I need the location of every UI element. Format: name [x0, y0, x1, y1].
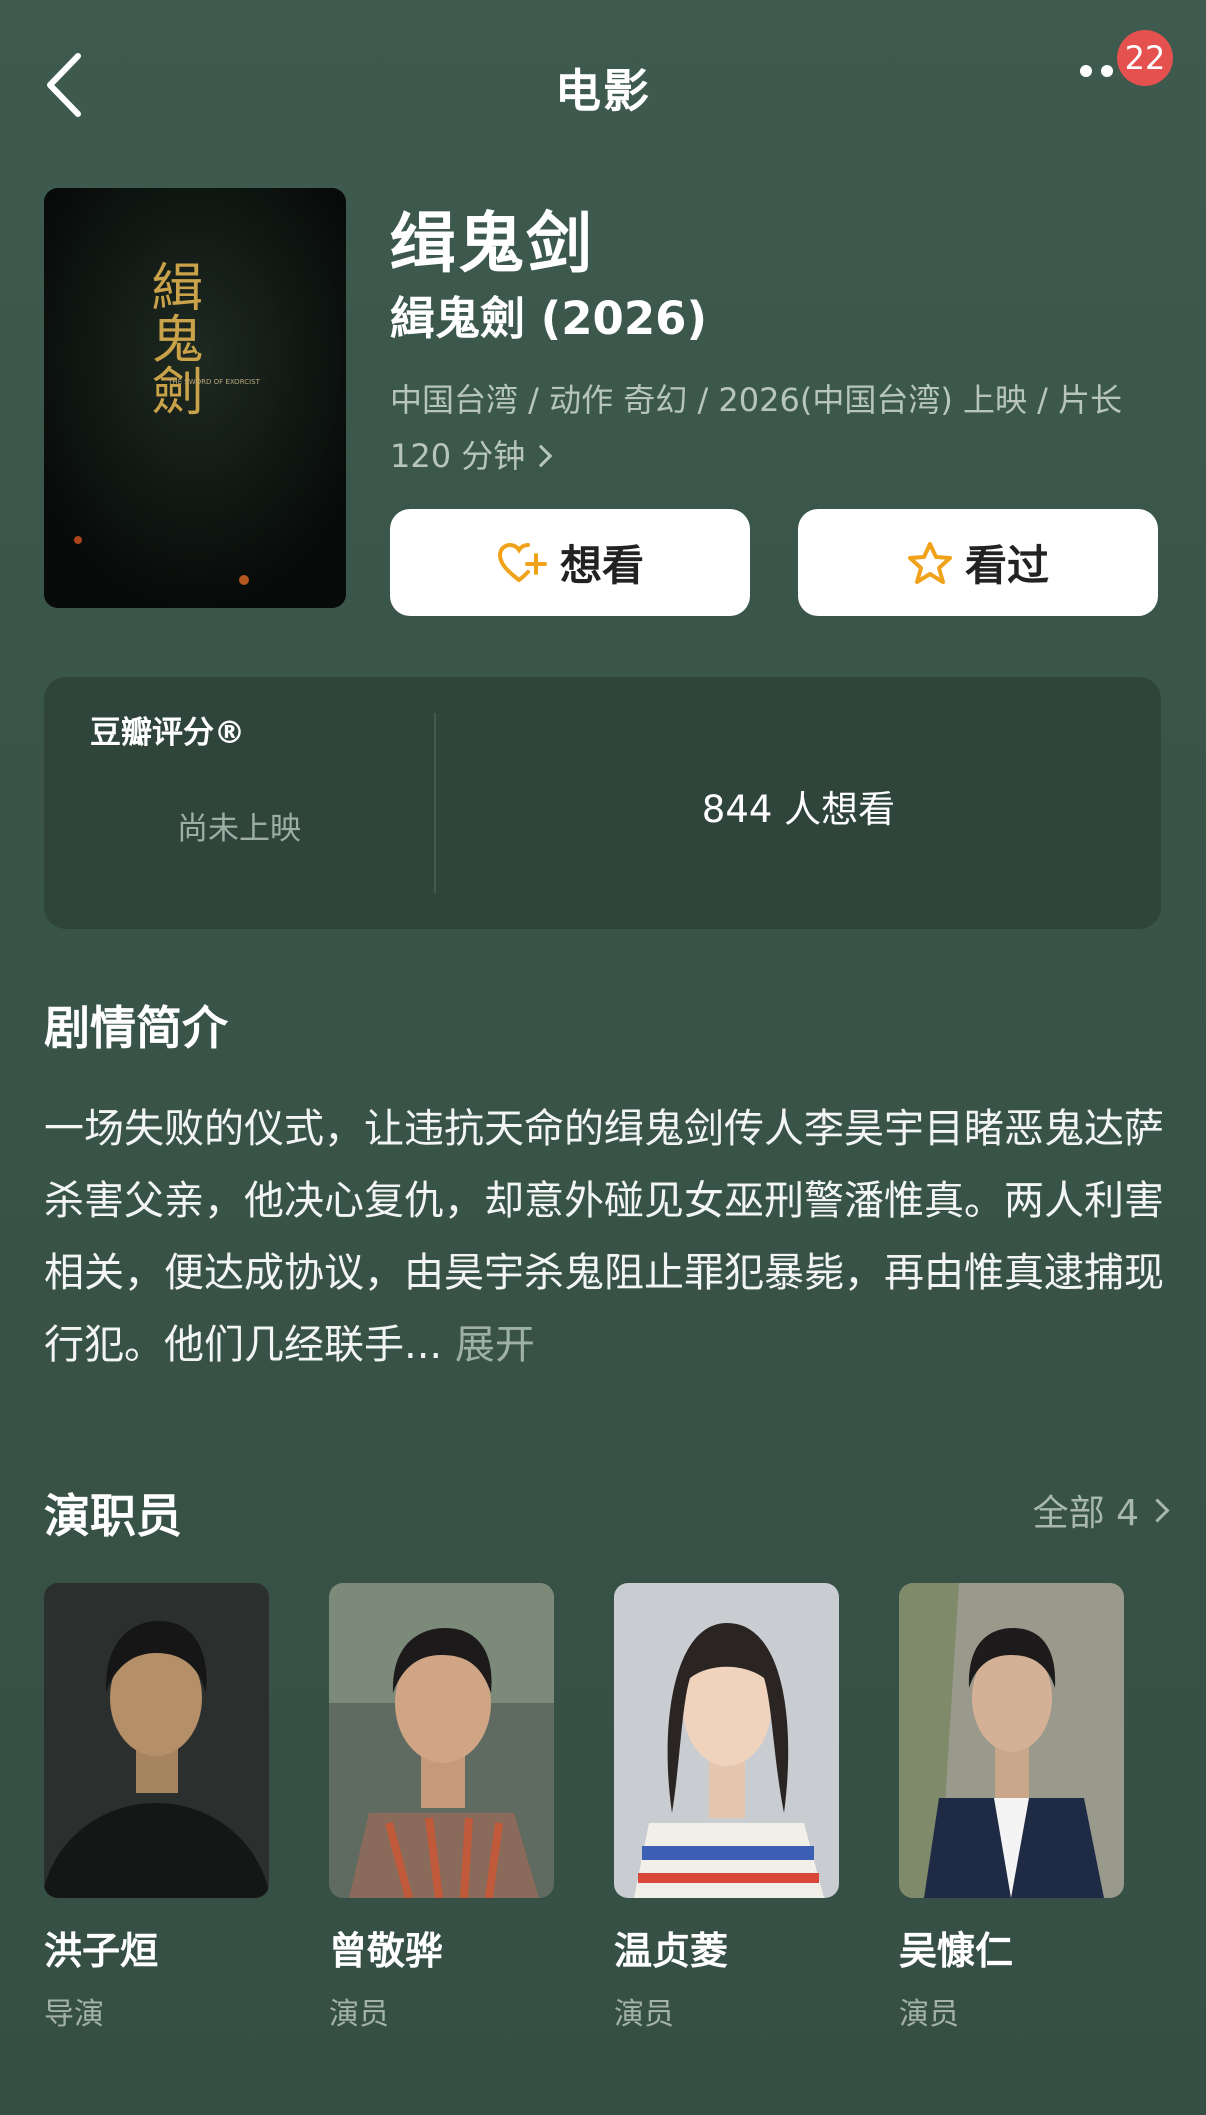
rating-status: 尚未上映: [177, 811, 301, 847]
cast-name: 曾敬骅: [329, 1929, 444, 1973]
cast-member[interactable]: 洪子烜 导演: [44, 1583, 269, 2033]
cast-role: 演员: [329, 1997, 389, 2032]
cast-member[interactable]: 吴慷仁 演员: [899, 1583, 1124, 2033]
chevron-right-icon: [1145, 1497, 1170, 1523]
rating-label: 豆瓣评分®: [90, 715, 245, 751]
cast-role: 演员: [614, 1997, 674, 2032]
cast-name: 温贞菱: [614, 1929, 729, 1973]
poster-image: 緝鬼劍 THE SWORD OF EXORCIST: [44, 188, 346, 608]
synopsis-title: 剧情简介: [44, 1001, 228, 1055]
watched-label: 看过: [964, 541, 1049, 590]
star-icon: [907, 541, 952, 584]
cast-photo: [899, 1583, 1124, 1898]
cast-member[interactable]: 温贞菱 演员: [614, 1583, 839, 2033]
cast-member[interactable]: 曾敬骅 演员: [329, 1583, 554, 2033]
cast-photo: [329, 1583, 554, 1898]
want-label: 想看: [559, 541, 644, 590]
wish-count: 844 人想看: [701, 788, 896, 831]
cast-name: 吴慷仁: [899, 1929, 1014, 1973]
heart-plus-icon: [497, 542, 547, 582]
rating-card[interactable]: 豆瓣评分® 尚未上映 844 人想看: [44, 677, 1161, 929]
watched-button[interactable]: 看过: [798, 509, 1158, 616]
cast-photo: [44, 1583, 269, 1898]
more-icon: [1080, 65, 1092, 77]
cast-all-label: 全部 4: [1032, 1493, 1139, 1534]
movie-title: 缉鬼剑: [390, 205, 594, 282]
cast-role: 导演: [44, 1997, 104, 2032]
cast-name: 洪子烜: [44, 1929, 159, 1973]
expand-link[interactable]: 展开: [455, 1322, 535, 1368]
poster-title: 緝鬼劍: [142, 260, 202, 416]
page-title: 电影: [555, 64, 651, 118]
cast-role: 演员: [899, 1997, 959, 2032]
notification-badge: 22: [1117, 30, 1173, 86]
chevron-right-icon: [529, 444, 553, 468]
want-to-watch-button[interactable]: 想看: [390, 509, 750, 616]
poster-subtitle: THE SWORD OF EXORCIST: [167, 378, 260, 386]
synopsis-text: 一场失败的仪式，让违抗天命的缉鬼剑传人李昊宇目睹恶鬼达萨杀害父亲，他决心复仇，却…: [44, 1093, 1164, 1381]
movie-meta-text: 中国台湾 / 动作 奇幻 / 2026(中国台湾) 上映 / 片长 120 分钟: [390, 381, 1123, 475]
movie-original-title: 緝鬼劍 (2026): [390, 292, 708, 345]
movie-meta[interactable]: 中国台湾 / 动作 奇幻 / 2026(中国台湾) 上映 / 片长 120 分钟: [390, 372, 1150, 484]
cast-photo: [614, 1583, 839, 1898]
cast-title: 演职员: [44, 1489, 182, 1543]
cast-all-link[interactable]: 全部 4: [1032, 1484, 1170, 1536]
top-bar: 电影 22: [0, 0, 1206, 170]
synopsis-body: 一场失败的仪式，让违抗天命的缉鬼剑传人李昊宇目睹恶鬼达萨杀害父亲，他决心复仇，却…: [44, 1106, 1164, 1368]
movie-poster[interactable]: 緝鬼劍 THE SWORD OF EXORCIST: [44, 188, 346, 608]
